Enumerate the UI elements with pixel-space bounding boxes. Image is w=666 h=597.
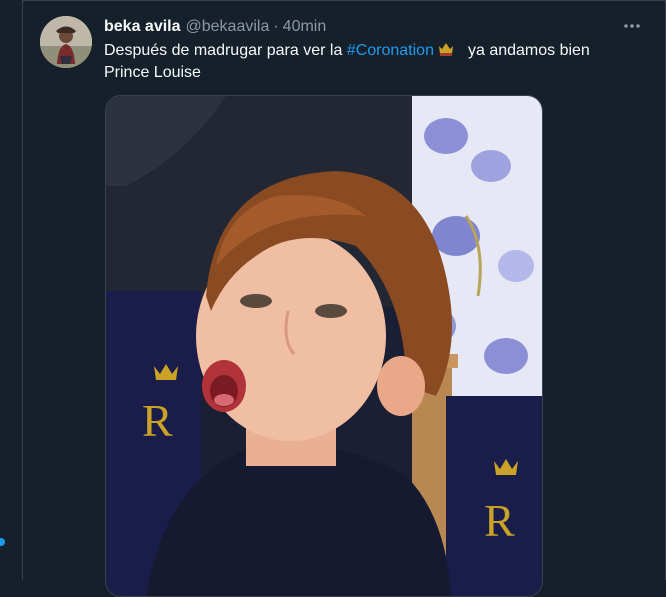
separator: · <box>273 18 279 35</box>
hashtag-link[interactable]: #Coronation <box>347 42 434 59</box>
svg-text:R: R <box>142 395 173 446</box>
tweet-photo[interactable]: R R <box>105 95 543 597</box>
svg-text:R: R <box>484 495 515 546</box>
top-divider <box>22 0 666 1</box>
crown-emoji <box>438 41 454 57</box>
photo-image: R R <box>106 96 542 596</box>
timeline-left-border <box>22 0 23 580</box>
tweet-text: Después de madrugar para ver la #Coronat… <box>104 40 624 84</box>
new-posts-indicator[interactable] <box>0 538 5 546</box>
timestamp[interactable]: 40min <box>283 18 327 36</box>
user-handle[interactable]: @bekaavila <box>186 18 270 36</box>
tweet-header: beka avila @bekaavila · 40min <box>104 16 646 38</box>
display-name[interactable]: beka avila <box>104 18 181 36</box>
tweet-text-line: Prince Louise <box>104 64 201 81</box>
avatar[interactable] <box>40 16 92 68</box>
tweet-text-part: ya andamos bien <box>467 42 590 59</box>
tweet-text-part: Después de madrugar para ver la <box>104 42 347 59</box>
more-icon[interactable] <box>620 16 644 36</box>
